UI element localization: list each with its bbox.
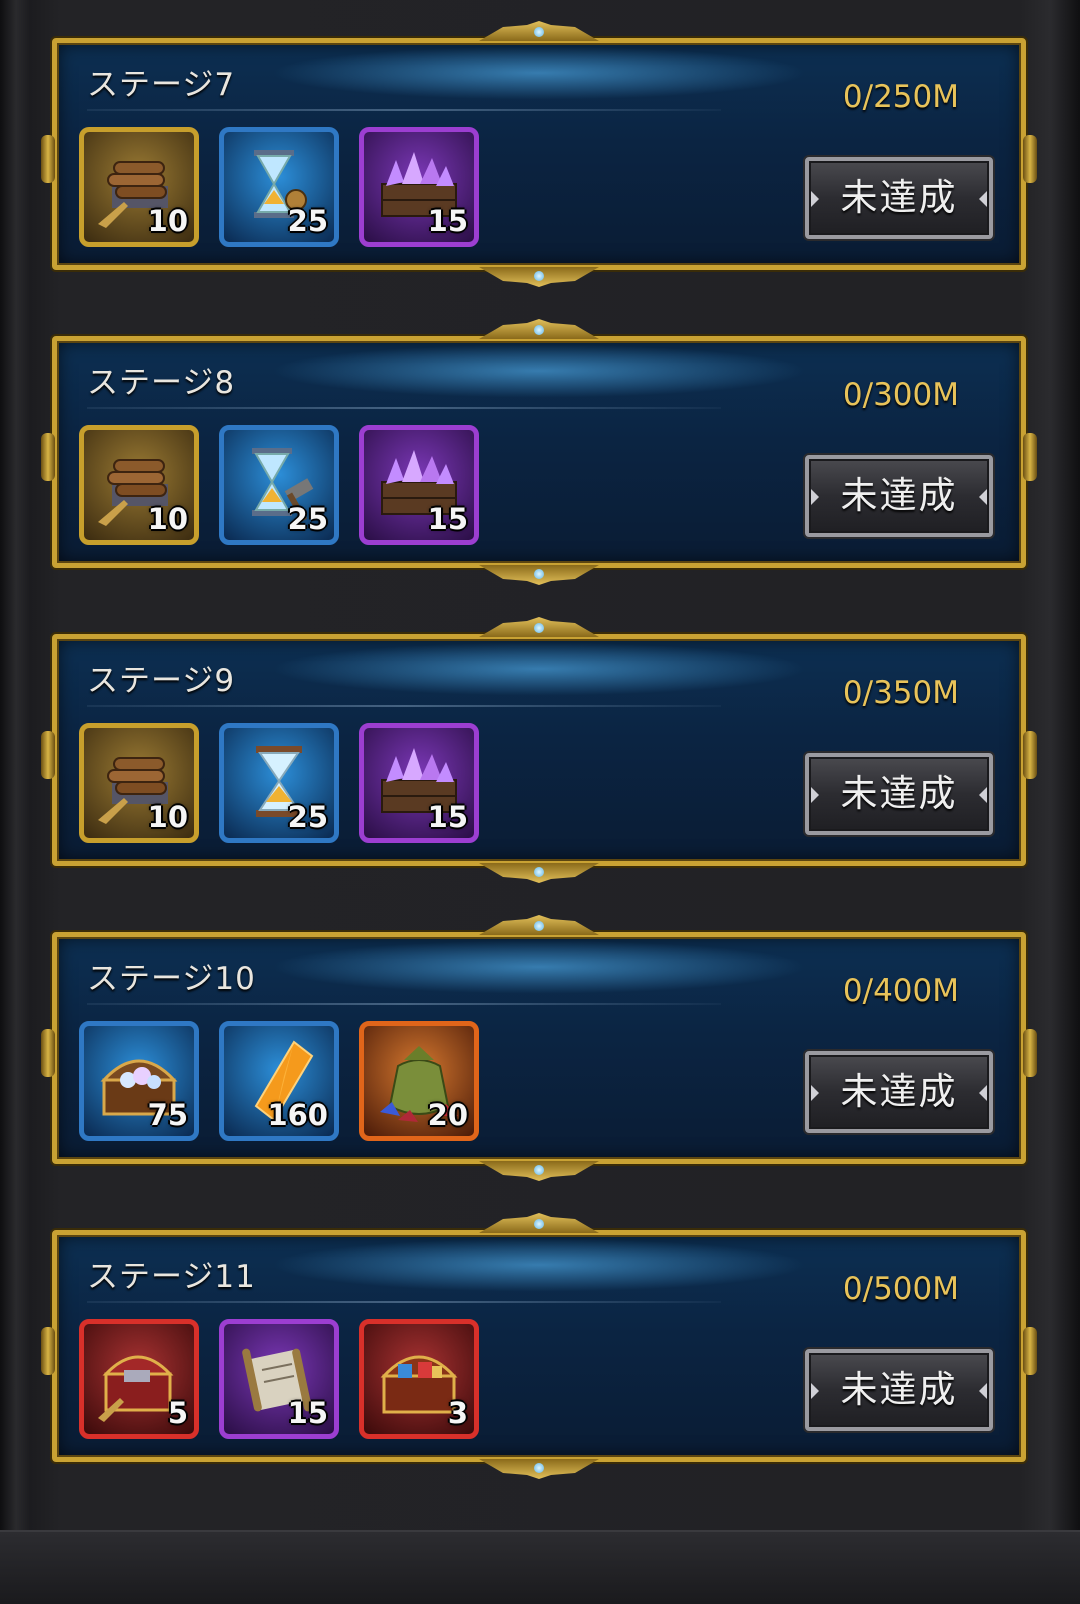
status-button[interactable]: 未達成 (805, 1051, 993, 1133)
stage-title: ステージ8 (87, 365, 236, 401)
stage-title: ステージ10 (87, 961, 256, 997)
reward-quantity: 10 (147, 204, 188, 238)
reward-item[interactable]: 15 (359, 425, 479, 545)
frame-gem-top (534, 1219, 544, 1229)
reward-quantity: 10 (147, 800, 188, 834)
reward-item[interactable]: 10 (79, 723, 199, 843)
reward-item[interactable]: 20 (359, 1021, 479, 1141)
reward-item[interactable]: 3 (359, 1319, 479, 1439)
title-divider (87, 407, 721, 409)
reward-quantity: 15 (427, 204, 468, 238)
stage-card: ステージ9 0/350M 10 25 15 未達成 (41, 617, 1037, 866)
reward-quantity: 3 (447, 1396, 468, 1430)
frame-gem-top (534, 921, 544, 931)
stage-card: ステージ8 0/300M 10 25 15 未達成 (41, 319, 1037, 568)
reward-quantity: 15 (427, 502, 468, 536)
stage-progress: 0/300M (842, 377, 959, 413)
reward-item[interactable]: 25 (219, 723, 339, 843)
reward-item[interactable]: 10 (79, 127, 199, 247)
reward-item[interactable]: 5 (79, 1319, 199, 1439)
status-button[interactable]: 未達成 (805, 157, 993, 239)
stage-card: ステージ7 0/250M 10 25 15 未達成 (41, 21, 1037, 270)
reward-quantity: 75 (147, 1098, 188, 1132)
frame-gem-bottom (534, 271, 544, 281)
stage-title: ステージ7 (87, 67, 236, 103)
stage-card: ステージ10 0/400M 75 160 20 未達成 (41, 915, 1037, 1164)
stage-title: ステージ9 (87, 663, 236, 699)
status-button[interactable]: 未達成 (805, 753, 993, 835)
stage-progress: 0/500M (842, 1271, 959, 1307)
reward-quantity: 15 (427, 800, 468, 834)
reward-quantity: 25 (287, 204, 328, 238)
reward-quantity: 25 (287, 800, 328, 834)
frame-gem-top (534, 325, 544, 335)
frame-gem-bottom (534, 1165, 544, 1175)
reward-item[interactable]: 25 (219, 425, 339, 545)
reward-item[interactable]: 10 (79, 425, 199, 545)
frame-gem-bottom (534, 1463, 544, 1473)
reward-quantity: 5 (167, 1396, 188, 1430)
title-divider (87, 705, 721, 707)
reward-item[interactable]: 15 (359, 723, 479, 843)
reward-item[interactable]: 15 (359, 127, 479, 247)
reward-quantity: 25 (287, 502, 328, 536)
title-divider (87, 1003, 721, 1005)
reward-quantity: 15 (287, 1396, 328, 1430)
reward-quantity: 160 (267, 1098, 328, 1132)
frame-gem-bottom (534, 569, 544, 579)
stage-progress: 0/400M (842, 973, 959, 1009)
reward-quantity: 20 (427, 1098, 468, 1132)
frame-gem-bottom (534, 867, 544, 877)
stage-progress: 0/250M (842, 79, 959, 115)
reward-item[interactable]: 15 (219, 1319, 339, 1439)
reward-quantity: 10 (147, 502, 188, 536)
reward-item[interactable]: 25 (219, 127, 339, 247)
title-divider (87, 1301, 721, 1303)
title-divider (87, 109, 721, 111)
frame-gem-top (534, 623, 544, 633)
stage-progress: 0/350M (842, 675, 959, 711)
status-button[interactable]: 未達成 (805, 455, 993, 537)
stage-title: ステージ11 (87, 1259, 256, 1295)
reward-item[interactable]: 75 (79, 1021, 199, 1141)
stage-card: ステージ11 0/500M 5 15 3 未達成 (41, 1213, 1037, 1462)
reward-item[interactable]: 160 (219, 1021, 339, 1141)
status-button[interactable]: 未達成 (805, 1349, 993, 1431)
bottom-bar (0, 1530, 1080, 1604)
frame-gem-top (534, 27, 544, 37)
